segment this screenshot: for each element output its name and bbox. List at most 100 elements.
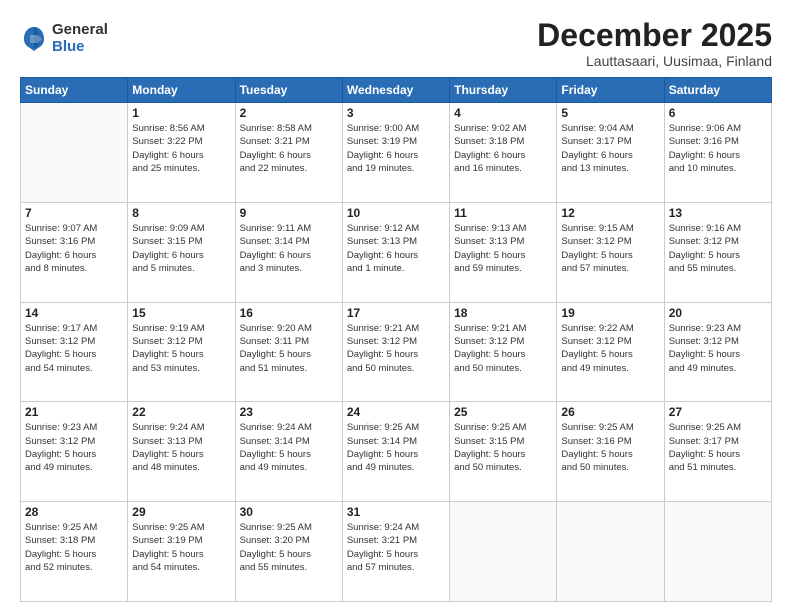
calendar-day-cell: 4Sunrise: 9:02 AM Sunset: 3:18 PM Daylig… bbox=[450, 103, 557, 203]
calendar-day-cell: 13Sunrise: 9:16 AM Sunset: 3:12 PM Dayli… bbox=[664, 202, 771, 302]
day-number: 16 bbox=[240, 306, 338, 320]
day-number: 22 bbox=[132, 405, 230, 419]
day-info: Sunrise: 9:20 AM Sunset: 3:11 PM Dayligh… bbox=[240, 322, 338, 375]
calendar-day-cell: 5Sunrise: 9:04 AM Sunset: 3:17 PM Daylig… bbox=[557, 103, 664, 203]
day-number: 3 bbox=[347, 106, 445, 120]
day-info: Sunrise: 9:24 AM Sunset: 3:14 PM Dayligh… bbox=[240, 421, 338, 474]
day-info: Sunrise: 9:19 AM Sunset: 3:12 PM Dayligh… bbox=[132, 322, 230, 375]
day-number: 7 bbox=[25, 206, 123, 220]
calendar-day-cell: 6 Sunrise: 9:06 AM Sunset: 3:16 PM Daylig… bbox=[664, 103, 771, 203]
header: General Blue December 2025 Lauttasaari, … bbox=[20, 18, 772, 69]
logo-blue-text: Blue bbox=[52, 39, 108, 56]
day-number: 24 bbox=[347, 405, 445, 419]
page: General Blue December 2025 Lauttasaari, … bbox=[0, 0, 792, 612]
calendar-week-row: 28 Sunrise: 9:25 AM Sunset: 3:18 PM Dayli… bbox=[21, 502, 772, 602]
day-number: 21 bbox=[25, 405, 123, 419]
calendar-day-header: Wednesday bbox=[342, 78, 449, 103]
day-number: 4 bbox=[454, 106, 552, 120]
day-info: Sunrise: 9:13 AM Sunset: 3:13 PM Dayligh… bbox=[454, 222, 552, 275]
day-number: 10 bbox=[347, 206, 445, 220]
day-info: Sunrise: 9:25 AM Sunset: 3:15 PM Dayligh… bbox=[454, 421, 552, 474]
day-number: 29 bbox=[132, 505, 230, 519]
day-number: 26 bbox=[561, 405, 659, 419]
calendar-day-cell: 7 Sunrise: 9:07 AM Sunset: 3:16 PM Daylig… bbox=[21, 202, 128, 302]
calendar-week-row: 21 Sunrise: 9:23 AM Sunset: 3:12 PM Dayli… bbox=[21, 402, 772, 502]
day-info: Sunrise: 9:24 AM Sunset: 3:13 PM Dayligh… bbox=[132, 421, 230, 474]
calendar-day-cell: 3 Sunrise: 9:00 AM Sunset: 3:19 PM Daylig… bbox=[342, 103, 449, 203]
calendar-day-cell: 18 Sunrise: 9:21 AM Sunset: 3:12 PM Dayli… bbox=[450, 302, 557, 402]
calendar-day-cell: 27 Sunrise: 9:25 AM Sunset: 3:17 PM Dayli… bbox=[664, 402, 771, 502]
calendar-day-cell: 29 Sunrise: 9:25 AM Sunset: 3:19 PM Dayli… bbox=[128, 502, 235, 602]
day-info: Sunrise: 8:58 AM Sunset: 3:21 PM Dayligh… bbox=[240, 122, 338, 175]
day-info: Sunrise: 9:22 AM Sunset: 3:12 PM Dayligh… bbox=[561, 322, 659, 375]
day-number: 28 bbox=[25, 505, 123, 519]
day-info: Sunrise: 9:23 AM Sunset: 3:12 PM Dayligh… bbox=[669, 322, 767, 375]
calendar-day-cell: 8Sunrise: 9:09 AM Sunset: 3:15 PM Daylig… bbox=[128, 202, 235, 302]
day-info: Sunrise: 9:25 AM Sunset: 3:16 PM Dayligh… bbox=[561, 421, 659, 474]
calendar-day-header: Sunday bbox=[21, 78, 128, 103]
day-number: 20 bbox=[669, 306, 767, 320]
calendar-day-cell: 23Sunrise: 9:24 AM Sunset: 3:14 PM Dayli… bbox=[235, 402, 342, 502]
day-number: 18 bbox=[454, 306, 552, 320]
day-info: Sunrise: 9:23 AM Sunset: 3:12 PM Dayligh… bbox=[25, 421, 123, 474]
calendar-day-cell: 28 Sunrise: 9:25 AM Sunset: 3:18 PM Dayli… bbox=[21, 502, 128, 602]
day-info: Sunrise: 9:12 AM Sunset: 3:13 PM Dayligh… bbox=[347, 222, 445, 275]
day-number: 17 bbox=[347, 306, 445, 320]
calendar-day-cell bbox=[21, 103, 128, 203]
day-info: Sunrise: 9:06 AM Sunset: 3:16 PM Dayligh… bbox=[669, 122, 767, 175]
calendar-week-row: 7 Sunrise: 9:07 AM Sunset: 3:16 PM Daylig… bbox=[21, 202, 772, 302]
day-number: 12 bbox=[561, 206, 659, 220]
calendar-day-cell: 20 Sunrise: 9:23 AM Sunset: 3:12 PM Dayli… bbox=[664, 302, 771, 402]
day-info: Sunrise: 9:17 AM Sunset: 3:12 PM Dayligh… bbox=[25, 322, 123, 375]
calendar-day-cell: 21 Sunrise: 9:23 AM Sunset: 3:12 PM Dayli… bbox=[21, 402, 128, 502]
day-info: Sunrise: 9:25 AM Sunset: 3:20 PM Dayligh… bbox=[240, 521, 338, 574]
day-info: Sunrise: 9:25 AM Sunset: 3:18 PM Dayligh… bbox=[25, 521, 123, 574]
calendar-day-header: Monday bbox=[128, 78, 235, 103]
day-number: 31 bbox=[347, 505, 445, 519]
calendar-day-cell: 15 Sunrise: 9:19 AM Sunset: 3:12 PM Dayli… bbox=[128, 302, 235, 402]
calendar-day-cell: 2Sunrise: 8:58 AM Sunset: 3:21 PM Daylig… bbox=[235, 103, 342, 203]
logo-general-text: General bbox=[52, 22, 108, 39]
day-number: 30 bbox=[240, 505, 338, 519]
day-info: Sunrise: 9:25 AM Sunset: 3:14 PM Dayligh… bbox=[347, 421, 445, 474]
day-number: 9 bbox=[240, 206, 338, 220]
day-number: 8 bbox=[132, 206, 230, 220]
day-info: Sunrise: 9:00 AM Sunset: 3:19 PM Dayligh… bbox=[347, 122, 445, 175]
location: Lauttasaari, Uusimaa, Finland bbox=[537, 53, 772, 69]
day-number: 15 bbox=[132, 306, 230, 320]
calendar-day-cell: 1Sunrise: 8:56 AM Sunset: 3:22 PM Daylig… bbox=[128, 103, 235, 203]
calendar-day-header: Friday bbox=[557, 78, 664, 103]
day-info: Sunrise: 9:21 AM Sunset: 3:12 PM Dayligh… bbox=[454, 322, 552, 375]
day-info: Sunrise: 9:21 AM Sunset: 3:12 PM Dayligh… bbox=[347, 322, 445, 375]
calendar-day-header: Tuesday bbox=[235, 78, 342, 103]
day-number: 25 bbox=[454, 405, 552, 419]
day-info: Sunrise: 9:25 AM Sunset: 3:17 PM Dayligh… bbox=[669, 421, 767, 474]
calendar-week-row: 14 Sunrise: 9:17 AM Sunset: 3:12 PM Dayli… bbox=[21, 302, 772, 402]
day-number: 1 bbox=[132, 106, 230, 120]
day-number: 14 bbox=[25, 306, 123, 320]
month-title: December 2025 bbox=[537, 18, 772, 53]
day-info: Sunrise: 9:07 AM Sunset: 3:16 PM Dayligh… bbox=[25, 222, 123, 275]
calendar-header-row: SundayMondayTuesdayWednesdayThursdayFrid… bbox=[21, 78, 772, 103]
calendar-week-row: 1Sunrise: 8:56 AM Sunset: 3:22 PM Daylig… bbox=[21, 103, 772, 203]
calendar-day-cell: 30 Sunrise: 9:25 AM Sunset: 3:20 PM Dayli… bbox=[235, 502, 342, 602]
day-info: Sunrise: 9:15 AM Sunset: 3:12 PM Dayligh… bbox=[561, 222, 659, 275]
day-info: Sunrise: 9:11 AM Sunset: 3:14 PM Dayligh… bbox=[240, 222, 338, 275]
day-info: Sunrise: 9:25 AM Sunset: 3:19 PM Dayligh… bbox=[132, 521, 230, 574]
calendar-day-cell: 12 Sunrise: 9:15 AM Sunset: 3:12 PM Dayli… bbox=[557, 202, 664, 302]
calendar-day-cell: 19 Sunrise: 9:22 AM Sunset: 3:12 PM Dayli… bbox=[557, 302, 664, 402]
day-info: Sunrise: 9:24 AM Sunset: 3:21 PM Dayligh… bbox=[347, 521, 445, 574]
logo-text: General Blue bbox=[52, 22, 108, 55]
calendar-day-cell: 10 Sunrise: 9:12 AM Sunset: 3:13 PM Dayli… bbox=[342, 202, 449, 302]
day-number: 19 bbox=[561, 306, 659, 320]
day-number: 5 bbox=[561, 106, 659, 120]
day-number: 11 bbox=[454, 206, 552, 220]
day-number: 27 bbox=[669, 405, 767, 419]
calendar-day-cell: 22 Sunrise: 9:24 AM Sunset: 3:13 PM Dayli… bbox=[128, 402, 235, 502]
calendar-day-cell: 31 Sunrise: 9:24 AM Sunset: 3:21 PM Dayli… bbox=[342, 502, 449, 602]
day-number: 6 bbox=[669, 106, 767, 120]
calendar-day-cell: 14 Sunrise: 9:17 AM Sunset: 3:12 PM Dayli… bbox=[21, 302, 128, 402]
logo-icon bbox=[20, 25, 48, 53]
calendar-day-header: Thursday bbox=[450, 78, 557, 103]
calendar-day-header: Saturday bbox=[664, 78, 771, 103]
